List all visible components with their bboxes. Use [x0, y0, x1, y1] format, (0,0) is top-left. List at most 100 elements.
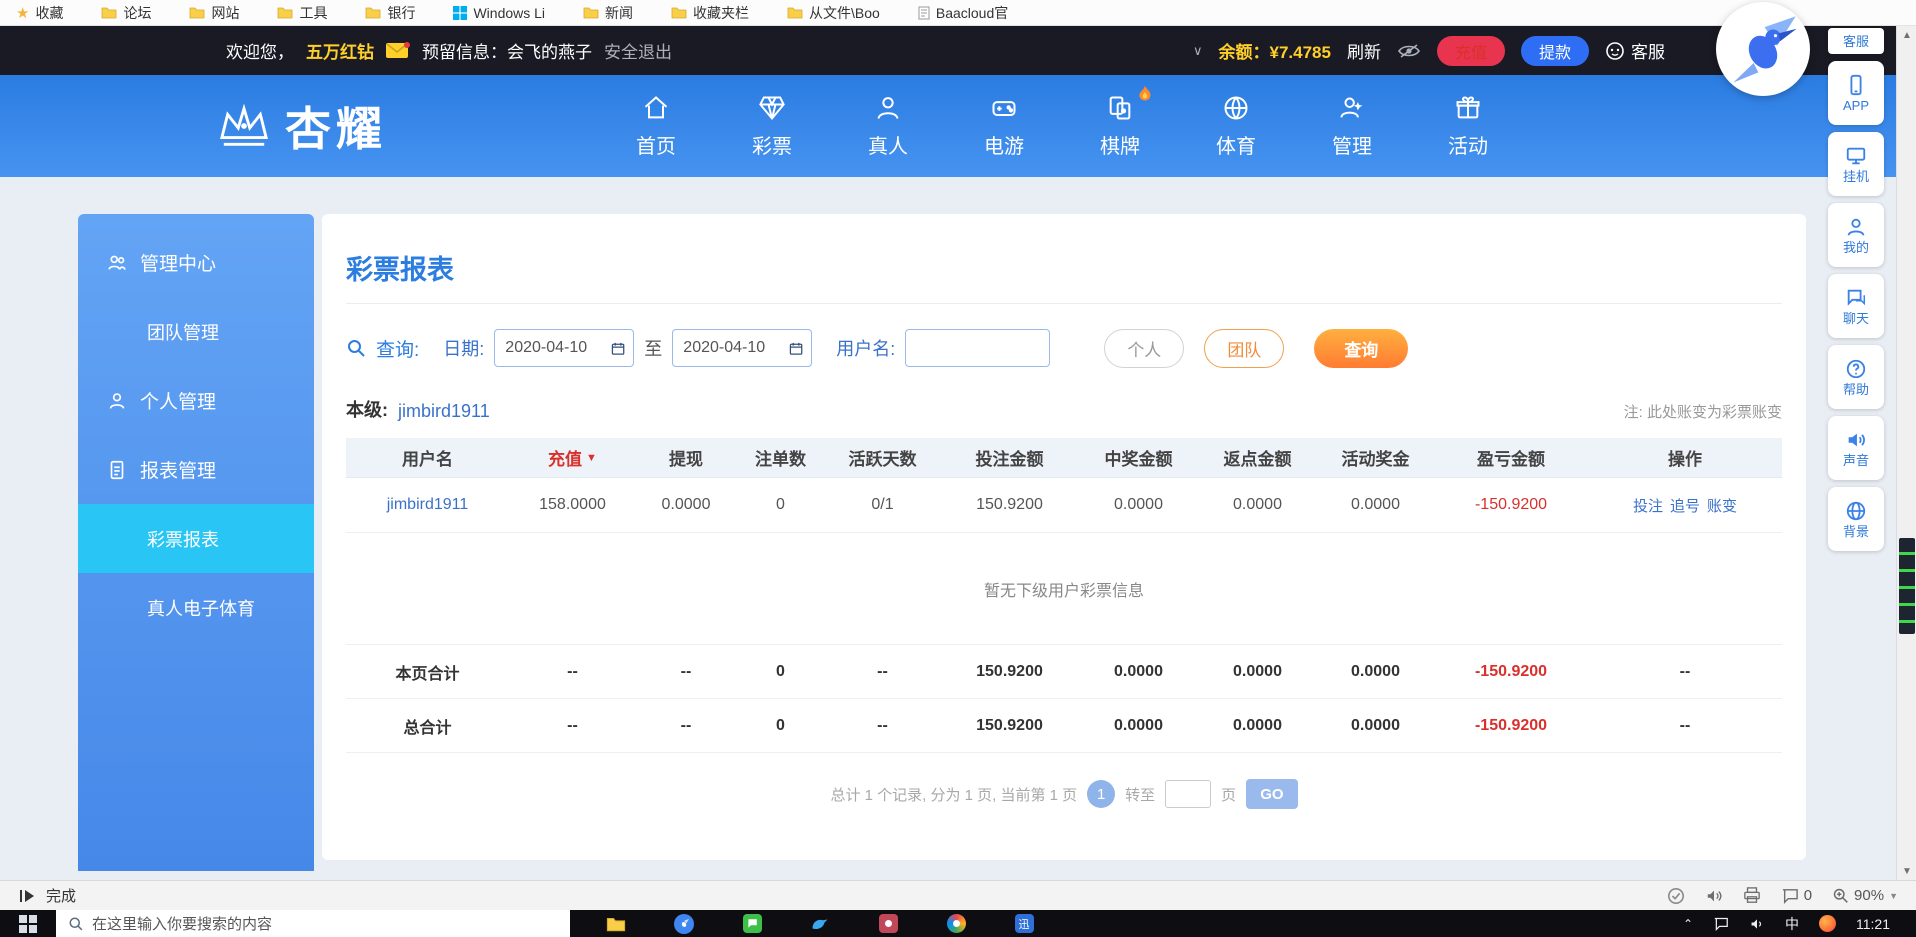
- row-username-link[interactable]: jimbird1911: [387, 496, 469, 514]
- bookmark-folder-fromfile[interactable]: 从文件\Boo: [787, 3, 880, 23]
- dock-item-mine[interactable]: 我的: [1828, 203, 1884, 267]
- sidebar-item-report-manage[interactable]: 报表管理: [78, 435, 314, 504]
- taskbar-search[interactable]: 在这里输入你要搜索的内容: [56, 910, 570, 937]
- photos-app-icon[interactable]: [878, 914, 898, 934]
- admin-icon: [1338, 94, 1366, 122]
- page-total-cell: 0.0000: [1198, 645, 1317, 699]
- start-button[interactable]: [0, 915, 56, 933]
- bookmark-windows[interactable]: Windows Li: [453, 5, 545, 21]
- comment-count: 0: [1804, 887, 1812, 904]
- nav-item-manage[interactable]: 管理: [1332, 94, 1372, 159]
- sidebar-item-live-egame-sports[interactable]: 真人电子体育: [78, 573, 314, 642]
- logout-link[interactable]: 安全退出: [604, 38, 672, 63]
- nav-item-sports[interactable]: 体育: [1216, 94, 1256, 159]
- refresh-link[interactable]: 刷新: [1347, 38, 1381, 63]
- page-number-button[interactable]: 1: [1087, 780, 1115, 808]
- sidebar-item-team-manage[interactable]: 团队管理: [78, 297, 314, 366]
- col-header-win-amount: 中奖金额: [1079, 438, 1198, 478]
- action-account-change-link[interactable]: 账变: [1707, 495, 1737, 516]
- messenger-bird-icon[interactable]: [810, 914, 830, 934]
- status-speaker-icon[interactable]: [1705, 888, 1723, 904]
- tray-expand-icon[interactable]: ⌃: [1683, 917, 1693, 931]
- wechat-icon[interactable]: [742, 914, 762, 934]
- sidebar-item-personal-manage[interactable]: 个人管理: [78, 366, 314, 435]
- sidebar-item-admin-center[interactable]: 管理中心: [78, 228, 314, 297]
- grand-total-cell: --: [1588, 699, 1782, 753]
- mail-icon[interactable]: [386, 42, 410, 59]
- gift-icon: [1454, 94, 1482, 122]
- bookmark-label: Baacloud官: [936, 3, 1008, 23]
- zoom-level: 90%: [1854, 887, 1884, 904]
- security-check-icon[interactable]: [1667, 887, 1685, 905]
- zoom-control[interactable]: 90% ▼: [1832, 887, 1898, 904]
- firefox-tray-icon[interactable]: [1819, 915, 1836, 932]
- withdraw-button[interactable]: 提款: [1521, 36, 1589, 66]
- dock-item-help[interactable]: 帮助: [1828, 345, 1884, 409]
- scrollbar-thumb[interactable]: [1899, 538, 1915, 634]
- ime-indicator[interactable]: 中: [1785, 914, 1799, 934]
- go-button[interactable]: GO: [1246, 779, 1297, 809]
- baacloud-app-icon[interactable]: [674, 914, 694, 934]
- nav-item-chess[interactable]: 棋牌: [1100, 94, 1140, 159]
- bookmark-favorites[interactable]: ★ 收藏: [16, 3, 63, 23]
- date-to-field[interactable]: [672, 329, 812, 367]
- bookmark-folder-sites[interactable]: 网站: [189, 3, 239, 23]
- dock-item-hangup[interactable]: 挂机: [1828, 132, 1884, 196]
- nav-item-live[interactable]: 真人: [868, 94, 908, 159]
- folder-icon: [101, 6, 117, 19]
- baacloud-bird-logo[interactable]: [1716, 2, 1810, 96]
- dock-label: 背景: [1843, 525, 1869, 538]
- date-to-input[interactable]: [683, 339, 783, 357]
- comments-indicator[interactable]: 0: [1781, 887, 1812, 904]
- bookmark-folder-tools[interactable]: 工具: [277, 3, 327, 23]
- nav-label: 彩票: [752, 130, 792, 159]
- username-input[interactable]: [905, 329, 1050, 367]
- xun-app-icon[interactable]: 迅: [1014, 914, 1034, 934]
- dock-item-background[interactable]: 背景: [1828, 487, 1884, 551]
- account-top-bar: 欢迎您， 五万红钻 预留信息：会飞的燕子 安全退出 ∨ 余额：¥7.4785 刷…: [0, 26, 1916, 75]
- bookmark-folder-news[interactable]: 新闻: [583, 3, 633, 23]
- col-header-recharge-sort[interactable]: 充值▼: [509, 438, 636, 478]
- dock-item-app[interactable]: APP: [1828, 61, 1884, 125]
- level-user-link[interactable]: jimbird1911: [398, 401, 490, 422]
- tray-speaker-icon[interactable]: [1749, 917, 1765, 931]
- bookmark-folder-bank[interactable]: 银行: [365, 3, 415, 23]
- recharge-button[interactable]: 充值: [1437, 36, 1505, 66]
- date-from-input[interactable]: [505, 339, 605, 357]
- calendar-icon[interactable]: [789, 340, 803, 357]
- dock-item-service[interactable]: 客服: [1828, 28, 1884, 54]
- search-toolbar: 查询: 日期: 至 用户名: 个人 团队 查询: [346, 328, 1782, 368]
- goto-page-input[interactable]: [1165, 780, 1211, 808]
- sidebar-item-lottery-report[interactable]: 彩票报表: [78, 504, 314, 573]
- nav-item-activity[interactable]: 活动: [1448, 94, 1488, 159]
- search-icon: [346, 338, 366, 358]
- team-filter-button[interactable]: 团队: [1204, 329, 1284, 368]
- bookmark-folder-favbar[interactable]: 收藏夹栏: [671, 3, 749, 23]
- personal-filter-button[interactable]: 个人: [1104, 329, 1184, 368]
- nav-item-home[interactable]: 首页: [636, 94, 676, 159]
- calendar-icon[interactable]: [611, 340, 625, 357]
- dock-item-sound[interactable]: 声音: [1828, 416, 1884, 480]
- date-from-field[interactable]: [494, 329, 634, 367]
- nav-item-egames[interactable]: 电游: [984, 94, 1024, 159]
- bookmark-baacloud[interactable]: Baacloud官: [918, 3, 1008, 23]
- dock-item-chat[interactable]: 聊天: [1828, 274, 1884, 338]
- tray-chat-icon[interactable]: [1713, 917, 1729, 931]
- nav-item-lottery[interactable]: 彩票: [752, 94, 792, 159]
- account-change-note: 注: 此处账变为彩票账变: [1624, 401, 1782, 422]
- bookmark-folder-forum[interactable]: 论坛: [101, 3, 151, 23]
- action-chase-link[interactable]: 追号: [1670, 495, 1700, 516]
- file-explorer-icon[interactable]: [606, 914, 626, 934]
- query-button[interactable]: 查询: [1314, 329, 1408, 368]
- browser-scrollbar[interactable]: ▲ ▼: [1896, 26, 1916, 880]
- eye-icon[interactable]: [1397, 43, 1421, 59]
- scroll-down-arrow[interactable]: ▼: [1897, 862, 1916, 880]
- dock-label: 帮助: [1843, 383, 1869, 396]
- print-icon[interactable]: [1743, 887, 1761, 904]
- action-bet-link[interactable]: 投注: [1633, 495, 1663, 516]
- palette-app-icon[interactable]: [946, 914, 966, 934]
- chevron-down-icon[interactable]: ∨: [1193, 43, 1203, 59]
- scroll-up-arrow[interactable]: ▲: [1897, 26, 1916, 44]
- customer-service-link[interactable]: 客服: [1605, 38, 1665, 63]
- taskbar-clock[interactable]: 11:21: [1856, 916, 1890, 932]
